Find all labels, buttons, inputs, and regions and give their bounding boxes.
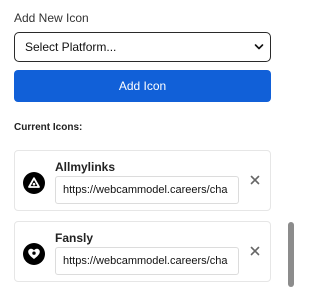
icon-url-input[interactable]: https://webcammodel.careers/cha	[55, 176, 239, 204]
icon-card-fansly: Fansly https://webcammodel.careers/cha	[14, 221, 271, 282]
platform-select-value: Select Platform...	[25, 40, 117, 54]
icon-card-allmylinks: Allmylinks https://webcammodel.careers/c…	[14, 150, 271, 211]
close-icon	[250, 246, 260, 256]
remove-icon-button[interactable]	[249, 245, 261, 257]
icon-name: Fansly	[55, 231, 94, 245]
close-icon	[250, 175, 260, 185]
current-icons-label: Current Icons:	[14, 122, 83, 133]
fansly-logo-icon	[23, 243, 45, 265]
allmylinks-logo-icon	[23, 172, 45, 194]
icon-url-input[interactable]: https://webcammodel.careers/cha	[55, 247, 239, 275]
icon-name: Allmylinks	[55, 160, 116, 174]
add-new-icon-label: Add New Icon	[14, 11, 89, 25]
add-icon-button[interactable]: Add Icon	[14, 70, 271, 102]
remove-icon-button[interactable]	[249, 174, 261, 186]
platform-select[interactable]: Select Platform...	[14, 32, 271, 62]
chevron-down-icon	[254, 44, 264, 50]
scrollbar-thumb[interactable]	[288, 222, 294, 287]
